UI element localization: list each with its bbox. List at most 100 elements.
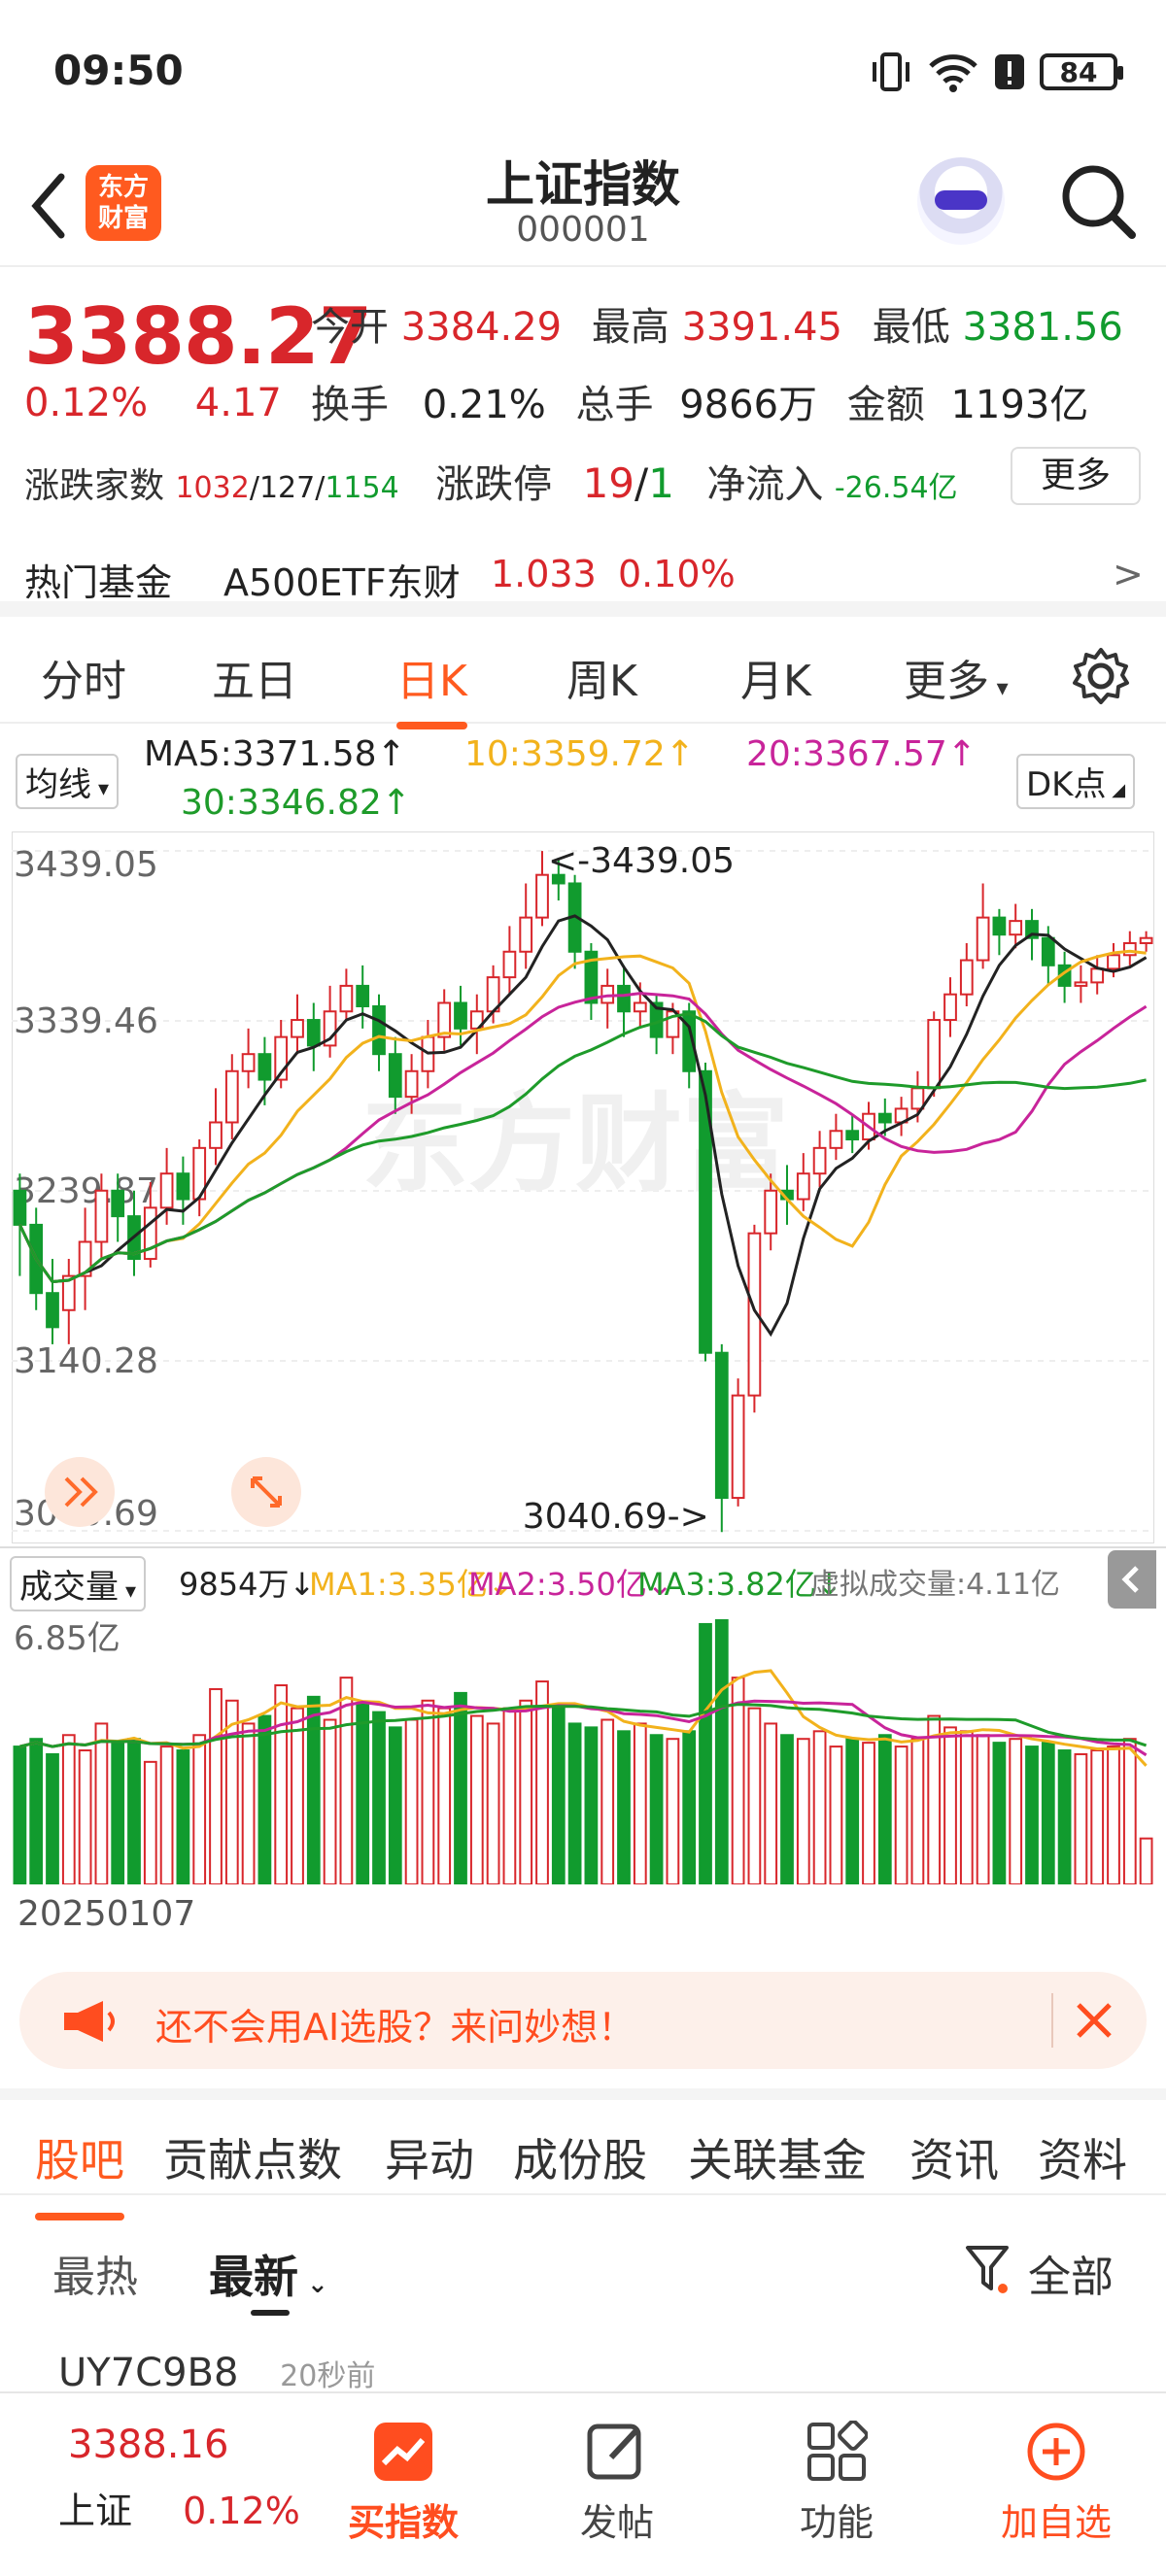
volume-bar (927, 1714, 942, 1884)
tab-monthly-k[interactable]: 月K (740, 646, 811, 708)
volume-selector[interactable]: 成交量 ▾ (10, 1556, 147, 1611)
volume-bar (372, 1711, 386, 1884)
volume-bar (600, 1718, 615, 1884)
candle-body (927, 1019, 942, 1090)
tab-more[interactable]: 更多 ▾ (904, 646, 1009, 708)
tab-news[interactable]: 资讯 (909, 2125, 999, 2189)
tab-profile[interactable]: 资料 (1038, 2125, 1127, 2189)
change-pct: 0.12% (24, 381, 149, 425)
candle-body (339, 984, 354, 1013)
volume-bar (486, 1722, 500, 1884)
functions-button[interactable]: 功能 (764, 2393, 909, 2546)
more-button[interactable]: 更多 (1011, 447, 1141, 505)
tab-weekly-k[interactable]: 周K (566, 646, 637, 708)
buy-index-button[interactable]: 买指数 (330, 2393, 476, 2546)
post-button[interactable]: 发帖 (544, 2393, 690, 2546)
quote-panel: 3388.27 今开 3384.29 最高 3391.45 最低 3381.56… (0, 272, 1166, 534)
volume-bar (714, 1619, 729, 1884)
volume-bar (567, 1722, 582, 1884)
tab-forum[interactable]: 股吧 (35, 2125, 124, 2220)
candle-body (535, 873, 549, 919)
post-preview[interactable]: UY7C9B8 20秒前 (58, 2351, 375, 2395)
filter-new-label: 最新 (209, 2251, 298, 2303)
volume-bar (1009, 1738, 1023, 1884)
volume-bar (241, 1722, 256, 1884)
dk-point-button[interactable]: DK点 ◢ (1016, 754, 1136, 809)
grid-icon (807, 2421, 868, 2481)
y-axis-label: 3140.28 (14, 1341, 158, 1381)
assistant-robot-icon[interactable] (917, 157, 1005, 245)
volume-bar (976, 1734, 990, 1884)
index-price: 3388.16 (68, 2423, 229, 2467)
ma10-value: 10:3359.72↑ (464, 734, 695, 774)
kline-chart[interactable]: 3439.053339.463239.873140.283040.69东方财富<… (12, 831, 1154, 1543)
ai-banner[interactable]: 还不会用AI选股？来问妙想！ (19, 1972, 1147, 2069)
volume-bar (780, 1734, 794, 1884)
limit-down: 1 (648, 459, 674, 507)
change-value: 4.17 (194, 381, 282, 425)
tab-intraday[interactable]: 分时 (41, 646, 126, 708)
filter-hot[interactable]: 最热 (52, 2242, 138, 2304)
volume-bar (1139, 1837, 1153, 1884)
volume-bar (291, 1707, 304, 1884)
hot-fund-row[interactable]: 热门基金 A500ETF东财 1.033 0.10% > (0, 539, 1166, 617)
volume-bar (143, 1760, 157, 1884)
collapse-panel-button[interactable] (1108, 1550, 1156, 1609)
volume-chart[interactable]: 6.85亿 (12, 1612, 1154, 1884)
volume-bar (13, 1746, 27, 1884)
tab-movement[interactable]: 异动 (385, 2125, 474, 2189)
volume-bar (959, 1730, 974, 1884)
volume-bar (502, 1707, 517, 1884)
ma-selector[interactable]: 均线 ▾ (16, 754, 120, 809)
dropdown-icon: ▾ (989, 674, 1009, 701)
candle-body (209, 1121, 223, 1149)
volume-bar (356, 1703, 370, 1884)
tab-contribution[interactable]: 贡献点数 (163, 2125, 342, 2189)
filter-all[interactable]: 全部 (1028, 2242, 1114, 2304)
candle-body (877, 1112, 892, 1124)
volume-label: 总手 (575, 383, 654, 427)
vibrate-icon (873, 52, 909, 91)
close-icon[interactable] (1071, 1997, 1117, 2044)
edit-icon (587, 2423, 641, 2480)
tab-related-funds[interactable]: 关联基金 (688, 2125, 867, 2189)
candle-body (94, 1189, 109, 1243)
ma-legend: 均线 ▾ MA5:3371.58↑ 10:3359.72↑ 20:3367.57… (0, 730, 1166, 828)
tab-five-day[interactable]: 五日 (212, 646, 297, 708)
candle-body (943, 993, 957, 1022)
volume-bar (1107, 1746, 1120, 1884)
candle-body (241, 1053, 256, 1072)
volume-bar (699, 1622, 712, 1884)
volume-bar (535, 1680, 549, 1884)
filter-funnel-icon[interactable] (964, 2244, 1011, 2296)
volume-bar (421, 1699, 435, 1884)
chart-start-date: 20250107 (17, 1894, 196, 1934)
volume-bar (61, 1734, 76, 1884)
low-label: 最低 (872, 305, 950, 350)
filter-new[interactable]: 最新 ⌄ (209, 2242, 328, 2306)
limit-up: 19 (582, 459, 635, 507)
dropdown-icon: ⌄ (298, 2270, 328, 2299)
search-icon[interactable] (1054, 157, 1142, 245)
ma30-value: 30:3346.82↑ (181, 783, 411, 823)
alert-icon (995, 54, 1024, 89)
volume-bar (666, 1738, 680, 1884)
volume-bar (812, 1730, 827, 1884)
index-mini-quote[interactable]: 3388.16 上证 0.12% (58, 2423, 301, 2534)
megaphone-icon (64, 2001, 115, 2042)
volume-bar (111, 1742, 125, 1884)
candle-body (1041, 936, 1055, 966)
volume-bar (192, 1734, 207, 1884)
add-watchlist-button[interactable]: 加自选 (983, 2393, 1129, 2546)
candle-body (224, 1069, 239, 1124)
hot-fund-arrow: > (1113, 553, 1144, 595)
wifi-icon (929, 54, 977, 92)
settings-gear-icon[interactable] (1069, 644, 1133, 708)
tab-daily-k[interactable]: 日K (396, 646, 467, 729)
hot-fund-label: 热门基金 (24, 561, 173, 604)
candle-body (502, 950, 517, 979)
bottom-nav: 3388.16 上证 0.12% 买指数 发帖 功能 加自选 (0, 2391, 1166, 2576)
y-axis-label: 3239.87 (14, 1171, 158, 1211)
tab-constituents[interactable]: 成份股 (513, 2125, 647, 2189)
candle-body (1139, 936, 1153, 944)
